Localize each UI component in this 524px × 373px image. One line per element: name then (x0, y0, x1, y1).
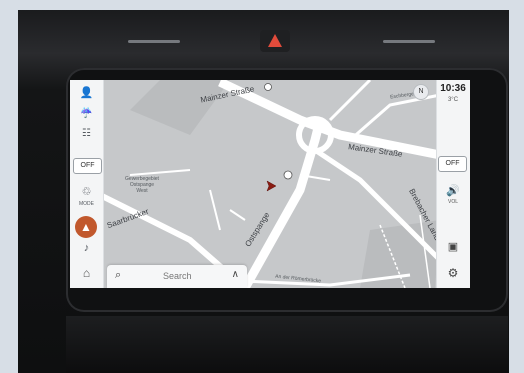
settings-icon[interactable]: ⚙ (439, 266, 467, 280)
home-button[interactable]: ⌂ (73, 266, 100, 286)
music-icon[interactable]: ♪ (73, 242, 100, 254)
vehicle-icon[interactable]: 👤 (73, 86, 100, 99)
mode-label: MODE (79, 201, 94, 207)
right-sidebar: 10:36 3°C OFF 🔊 VOL ▣ ⚙ (436, 80, 470, 288)
home-icon: ⌂ (82, 266, 91, 280)
seat-icon[interactable]: ♲ (73, 185, 100, 198)
search-icon: ⌕ (115, 269, 122, 281)
hazard-button[interactable] (260, 30, 290, 52)
right-off-button[interactable]: OFF (438, 156, 467, 172)
rear-defrost-icon[interactable]: ☷ (73, 128, 100, 139)
navigation-button[interactable]: ▲ (75, 216, 97, 238)
front-defrost-icon[interactable]: ☔ (73, 108, 100, 119)
compass-icon[interactable]: N (413, 84, 429, 100)
poi-label: Gewerbegebiet Ostspange West (125, 176, 159, 194)
vent-slat-right (383, 40, 435, 43)
left-sidebar: 👤 ☔ ☷ OFF ♲ MODE ♪ (70, 80, 104, 288)
chevron-up-icon[interactable]: ∧ (232, 269, 239, 280)
navigation-icon: ▲ (80, 220, 92, 234)
infotainment-screen: Mainzer Straße Mainzer Straße Ostspange … (70, 80, 470, 288)
clock: 10:36 (440, 83, 466, 94)
parking-camera-icon[interactable]: ▣ (439, 240, 467, 253)
search-placeholder: Search (163, 271, 192, 281)
vent-slat-left (128, 40, 180, 43)
outside-temp: 3°C (439, 97, 467, 103)
left-off-button[interactable]: OFF (73, 158, 102, 174)
search-bar[interactable]: ⌕ Search ∧ (107, 265, 247, 288)
lower-console (66, 316, 508, 373)
temp-unit: °C (451, 97, 459, 103)
hazard-icon (268, 34, 282, 47)
volume-label: VOL (447, 199, 458, 205)
volume-icon[interactable]: 🔊 (439, 184, 467, 197)
